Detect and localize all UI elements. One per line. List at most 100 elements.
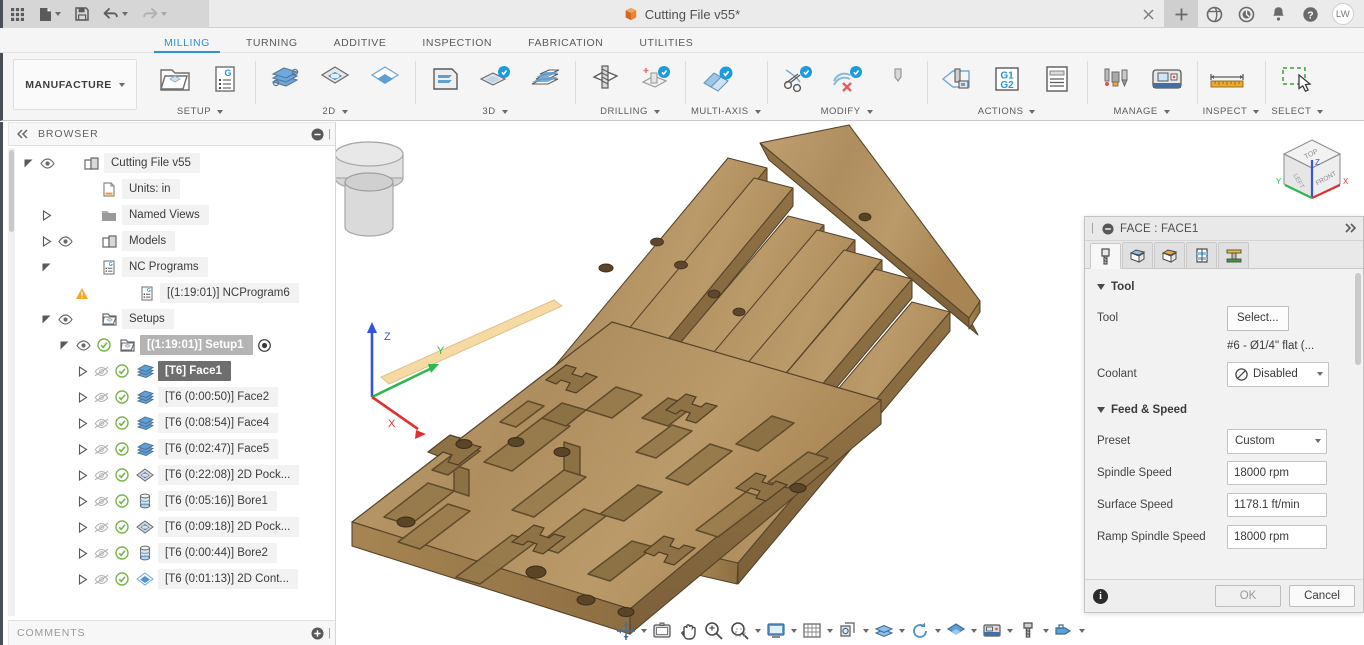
view-cube[interactable]: TOP LEFT FRONT Z Y X — [1270, 130, 1354, 214]
fit-icon[interactable] — [649, 619, 675, 643]
expand-arrow-icon[interactable] — [23, 158, 34, 169]
expand-arrow-icon[interactable] — [41, 314, 52, 325]
tree-expander[interactable] — [74, 418, 90, 429]
workspace-selector[interactable]: MANUFACTURE — [13, 59, 137, 110]
eye-icon[interactable] — [58, 314, 73, 325]
tree-expander[interactable] — [74, 470, 90, 481]
check-circle-icon[interactable] — [115, 468, 129, 482]
notifications-bell-icon[interactable] — [1262, 0, 1294, 28]
panel-drilling-label[interactable]: DRILLING — [581, 103, 679, 120]
collapse-left-icon[interactable] — [17, 129, 29, 139]
tool-display-icon[interactable] — [1015, 619, 1051, 643]
grid-apps-icon[interactable] — [3, 0, 32, 28]
collapse-arrow-icon[interactable] — [41, 236, 52, 247]
tree-expander[interactable] — [74, 496, 90, 507]
avatar[interactable]: LW — [1332, 3, 1354, 25]
undo-caret-icon[interactable] — [122, 12, 128, 16]
tree-item[interactable]: [T6 (0:08:54)] Face4 — [8, 410, 335, 436]
toolpath-display-icon[interactable] — [943, 619, 979, 643]
setup-sheet-icon[interactable] — [1033, 57, 1081, 101]
file-new-icon[interactable] — [32, 0, 68, 28]
expand-right-icon[interactable] — [1344, 223, 1357, 233]
panel-setup-label[interactable]: SETUP — [151, 103, 249, 120]
chevron-down-icon[interactable] — [1317, 372, 1323, 376]
expand-arrow-icon[interactable] — [41, 262, 52, 273]
tree-item[interactable]: G[(1:19:01)] NCProgram6 — [8, 280, 335, 306]
eye-hidden-icon[interactable] — [94, 548, 109, 559]
horizontal-3d-icon[interactable] — [521, 57, 569, 101]
tab-milling[interactable]: MILLING — [146, 28, 228, 53]
ok-button[interactable]: OK — [1215, 585, 1281, 607]
tree-item[interactable]: Cutting File v55 — [8, 150, 335, 176]
post-process-g1g2-icon[interactable]: G1G2 — [983, 57, 1031, 101]
tree-item[interactable]: GNC Programs — [8, 254, 335, 280]
eye-hidden-icon[interactable] — [94, 418, 109, 429]
plus-circle-icon[interactable] — [311, 627, 324, 640]
tree-item[interactable]: Setups — [8, 306, 335, 332]
section-feed-speed-header[interactable]: Feed & Speed — [1085, 390, 1363, 425]
machine-library-icon[interactable] — [1143, 57, 1191, 101]
tree-expander[interactable] — [56, 340, 72, 351]
tab-inspection[interactable]: INSPECTION — [404, 28, 510, 53]
minus-circle-icon[interactable] — [311, 128, 324, 141]
panel-multi-axis-label[interactable]: MULTI-AXIS — [691, 103, 761, 120]
trim-toolpath-icon[interactable] — [773, 57, 821, 101]
chevron-down-icon[interactable] — [1043, 629, 1049, 633]
tree-expander[interactable] — [38, 210, 54, 221]
tree-expander[interactable] — [74, 574, 90, 585]
geometry-tab[interactable] — [1122, 242, 1153, 268]
properties-header[interactable]: | FACE : FACE1 — [1085, 217, 1363, 241]
eye-hidden-icon[interactable] — [94, 444, 109, 455]
tree-expander[interactable] — [74, 366, 90, 377]
simplify-icon[interactable] — [873, 57, 921, 101]
collapse-arrow-icon[interactable] — [41, 210, 52, 221]
chevron-down-icon[interactable] — [935, 629, 941, 633]
collapse-arrow-icon[interactable] — [77, 392, 88, 403]
check-circle-icon[interactable] — [115, 572, 129, 586]
tree-item[interactable]: [T6 (0:09:18)] 2D Pock... — [8, 514, 335, 540]
eye-hidden-icon[interactable] — [94, 496, 109, 507]
simulate-icon[interactable] — [933, 57, 981, 101]
panel-manage-label[interactable]: MANAGE — [1093, 103, 1191, 120]
tool-library-icon[interactable] — [1093, 57, 1141, 101]
spindle-speed-input[interactable]: 18000 rpm — [1227, 461, 1327, 485]
properties-scrollbar-thumb[interactable] — [1355, 273, 1361, 365]
machine-display-icon[interactable] — [979, 619, 1015, 643]
delete-toolpath-icon[interactable] — [823, 57, 871, 101]
redo-caret-icon[interactable] — [161, 12, 167, 16]
tree-expander[interactable] — [38, 314, 54, 325]
tree-item[interactable]: Units: in — [8, 176, 335, 202]
collapse-arrow-icon[interactable] — [77, 418, 88, 429]
stock-visibility-icon[interactable] — [871, 619, 907, 643]
heights-tab[interactable] — [1154, 242, 1185, 268]
face-icon[interactable] — [261, 57, 309, 101]
check-circle-icon[interactable] — [115, 520, 129, 534]
collapse-arrow-icon[interactable] — [77, 366, 88, 377]
viewports-icon[interactable] — [835, 619, 871, 643]
zoom-icon[interactable] — [701, 619, 727, 643]
workspace-caret-icon[interactable] — [119, 83, 125, 87]
zoom-window-icon[interactable] — [727, 619, 763, 643]
cancel-button[interactable]: Cancel — [1289, 585, 1355, 607]
undo-icon[interactable] — [96, 0, 135, 28]
multi-axis-icon[interactable] — [691, 57, 743, 101]
chevron-down-icon[interactable] — [827, 629, 833, 633]
close-icon[interactable] — [1132, 0, 1164, 28]
tree-expander[interactable] — [74, 444, 90, 455]
tree-expander[interactable] — [20, 158, 36, 169]
chevron-down-icon[interactable] — [1315, 439, 1321, 443]
eye-icon[interactable] — [76, 340, 91, 351]
new-tab-icon[interactable] — [1164, 0, 1198, 28]
collapse-arrow-icon[interactable] — [77, 574, 88, 585]
expand-arrow-icon[interactable] — [59, 340, 70, 351]
tree-item[interactable]: [(1:19:01)] Setup1 — [8, 332, 335, 358]
check-circle-icon[interactable] — [115, 442, 129, 456]
eye-hidden-icon[interactable] — [94, 392, 109, 403]
orbit-icon[interactable] — [613, 619, 649, 643]
tool-select-button[interactable]: Select... — [1227, 306, 1289, 331]
chevron-down-icon[interactable] — [863, 629, 869, 633]
chevron-down-icon[interactable] — [1007, 629, 1013, 633]
tab-utilities[interactable]: UTILITIES — [621, 28, 711, 53]
collapse-arrow-icon[interactable] — [77, 444, 88, 455]
check-circle-icon[interactable] — [115, 546, 129, 560]
